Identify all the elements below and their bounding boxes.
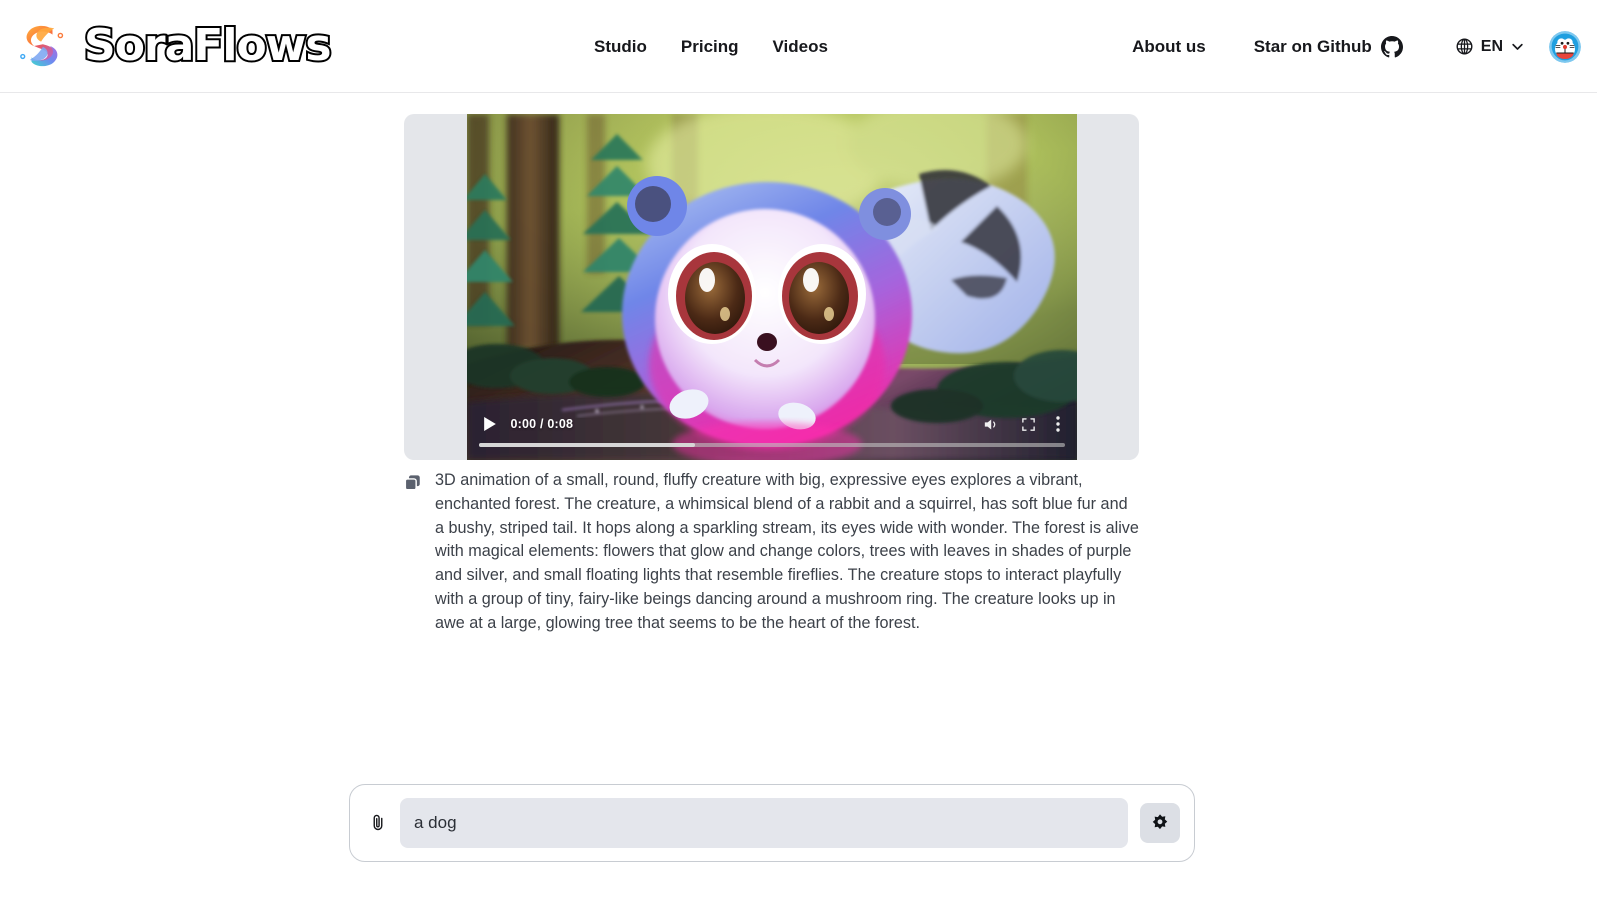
user-avatar[interactable]	[1549, 30, 1581, 63]
language-label: EN	[1480, 37, 1503, 55]
soraflows-s-logo-icon	[20, 25, 64, 67]
nav-item-videos[interactable]: Videos	[773, 37, 828, 57]
github-star-link[interactable]: Star on Github	[1253, 35, 1403, 58]
prompt-input[interactable]	[400, 798, 1128, 848]
video-frame-thumbnail	[466, 114, 1077, 460]
nav-item-about-us[interactable]: About us	[1132, 37, 1206, 57]
volume-icon[interactable]	[979, 412, 1003, 436]
nav-item-pricing[interactable]: Pricing	[681, 37, 739, 57]
video-player[interactable]: 0:00 / 0:08	[466, 114, 1077, 460]
prompt-composer	[349, 784, 1195, 862]
header-actions: About us Star on Github EN	[1132, 0, 1597, 93]
brand-logo[interactable]: SoraFlows	[0, 18, 334, 74]
primary-nav: Studio Pricing Videos	[594, 0, 828, 93]
nav-item-studio[interactable]: Studio	[594, 37, 647, 57]
generation-result: 0:00 / 0:08 3D animation of a small, rou…	[404, 114, 1139, 636]
fullscreen-icon[interactable]	[1017, 412, 1041, 436]
github-icon	[1380, 35, 1403, 57]
settings-button[interactable]	[1140, 803, 1180, 843]
more-options-icon[interactable]	[1051, 412, 1065, 436]
copy-icon[interactable]	[404, 473, 422, 493]
globe-icon	[1456, 38, 1473, 55]
play-icon[interactable]	[479, 413, 501, 435]
language-switcher[interactable]: EN	[1455, 37, 1525, 56]
site-header: SoraFlows Studio Pricing Videos About us…	[0, 0, 1597, 93]
prompt-display-row: 3D animation of a small, round, fluffy c…	[404, 469, 1139, 636]
video-progress-bar[interactable]	[478, 443, 1065, 447]
github-label: Star on Github	[1253, 36, 1372, 56]
video-container: 0:00 / 0:08	[404, 114, 1139, 460]
main-content: 0:00 / 0:08 3D animation of a small, rou…	[0, 93, 1597, 904]
prompt-text: 3D animation of a small, round, fluffy c…	[435, 471, 1139, 632]
brand-name: SoraFlows	[82, 20, 334, 71]
chevron-down-icon	[1512, 43, 1523, 50]
gear-icon	[1152, 814, 1168, 830]
video-progress-fill	[478, 443, 696, 447]
paperclip-icon[interactable]	[368, 811, 388, 835]
